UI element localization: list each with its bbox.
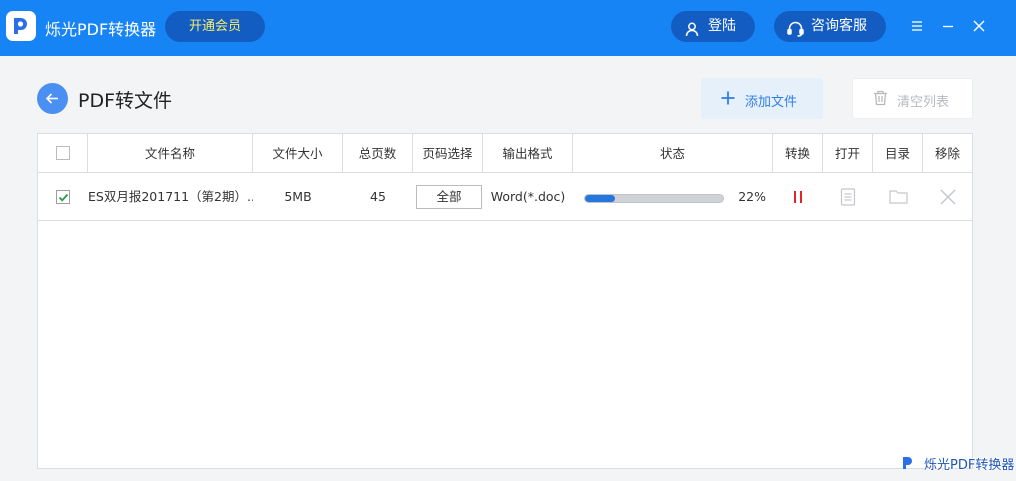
file-table: 文件名称 文件大小 总页数 页码选择 输出格式 状态 转换 打开 目录 移除 E… [37,133,973,469]
header-select-all [38,134,88,173]
header-output-format: 输出格式 [483,134,573,173]
headset-icon [787,18,804,49]
menu-icon[interactable] [909,18,925,34]
row-file-size: 5MB [284,189,312,204]
close-icon[interactable] [971,18,987,34]
customer-service-button[interactable]: 咨询客服 [774,11,886,42]
header-folder: 目录 [873,134,923,173]
login-button[interactable]: 登陆 [671,11,755,42]
user-icon [684,18,700,49]
clear-list-button[interactable]: 清空列表 [852,78,973,119]
pause-icon[interactable] [790,189,806,209]
table-row: ES双月报201711（第2期）.... 5MB 45 全部 Word(*.do… [38,173,972,221]
customer-service-label: 咨询客服 [811,18,867,34]
app-title: 烁光PDF转换器 [45,20,157,39]
login-label: 登陆 [708,18,736,34]
folder-icon[interactable] [889,189,908,208]
row-total-pages: 45 [370,189,386,204]
add-file-button[interactable]: 添加文件 [701,78,823,119]
conversion-progress-bar [584,194,724,203]
app-logo-icon [6,11,36,41]
row-checkbox[interactable] [56,190,70,204]
header-file-size: 文件大小 [253,134,343,173]
header-page-select: 页码选择 [413,134,483,173]
vip-button[interactable]: 开通会员 [165,11,265,42]
remove-icon[interactable] [939,188,957,210]
header-total-pages: 总页数 [343,134,413,173]
header-remove: 移除 [934,146,960,161]
back-button[interactable] [37,83,68,114]
select-all-checkbox[interactable] [56,146,70,160]
plus-icon [721,91,735,109]
page-select-button[interactable]: 全部 [416,185,482,209]
table-header: 文件名称 文件大小 总页数 页码选择 输出格式 状态 转换 打开 目录 移除 [38,134,972,173]
row-output-format[interactable]: Word(*.doc) [483,173,573,220]
title-bar: 烁光PDF转换器 开通会员 登陆 咨询客服 [0,0,1016,56]
progress-percent: 22% [738,189,766,204]
watermark-text: 烁光PDF转换器 [924,458,1015,473]
header-file-name: 文件名称 [88,134,253,173]
add-file-label: 添加文件 [745,95,798,110]
clear-list-label: 清空列表 [897,95,950,110]
open-file-icon[interactable] [840,188,856,210]
header-convert: 转换 [773,134,823,173]
header-open: 打开 [823,134,873,173]
row-file-name: ES双月报201711（第2期）.... [88,189,253,204]
minimize-icon[interactable] [940,18,956,34]
trash-icon [873,90,888,110]
watermark-logo-icon [902,455,914,474]
page-title: PDF转文件 [78,90,173,112]
header-status: 状态 [573,134,773,173]
conversion-progress-fill [585,195,616,202]
